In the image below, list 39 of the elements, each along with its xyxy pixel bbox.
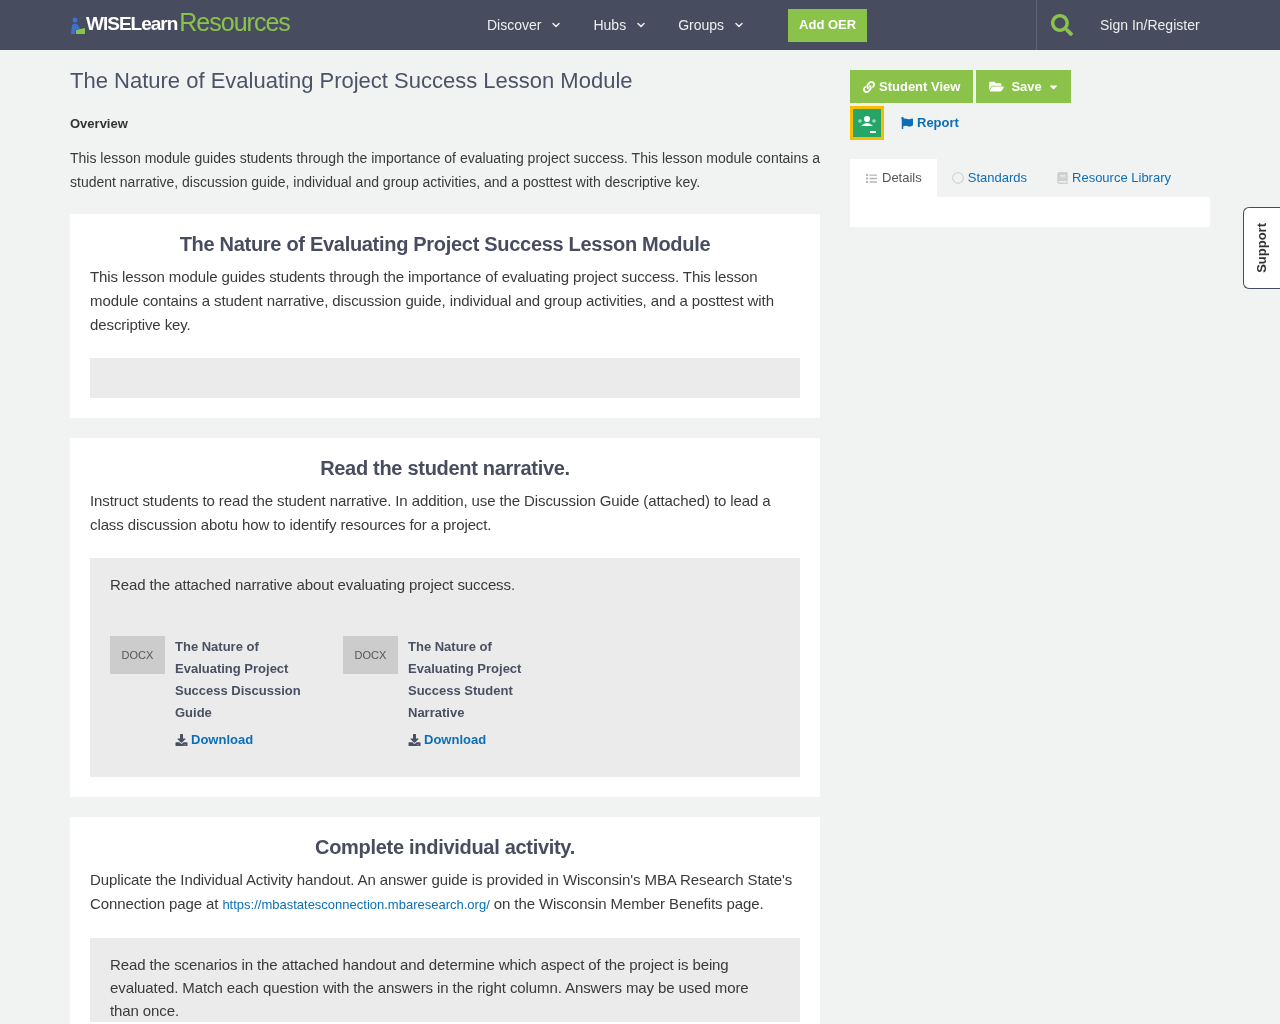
flag-icon	[900, 117, 914, 129]
download-icon	[408, 734, 421, 746]
url-link[interactable]: https://mbastatesconnection.mbaresearch.org/	[222, 897, 490, 912]
overview-text: This lesson module guides students through the importance of evaluating project success. This lesson module contains a student narrative, discussion guide, individual and group activities, and a posttest with descriptive key.	[70, 149, 820, 192]
overview-label: Overview	[70, 115, 129, 133]
download-link[interactable]: Download	[408, 730, 487, 750]
sidebar-tab[interactable]: Details	[850, 159, 937, 197]
file-title: The Nature of Evaluating Project Success Discussion Guide	[175, 638, 302, 722]
panel-note: Read the scenarios in the attached handout and determine which aspect of the project is being evaluated. Match each question with the answers in the right column. Answers may be used more than once.	[110, 955, 750, 1021]
file-type-thumbnail: DOCX	[343, 636, 398, 674]
search-icon	[1051, 14, 1073, 36]
download-icon	[175, 734, 188, 746]
page-title: The Nature of Evaluating Project Success Lesson Module	[70, 67, 634, 95]
nav-menu-item[interactable]: Discover	[487, 14, 563, 36]
sidebar-tab[interactable]: Resource Library	[1042, 159, 1186, 197]
panel-note: Read the attached narrative about evaluating project success.	[110, 575, 516, 595]
section-description: This lesson module guides students through the importance of evaluating project success. This lesson module contains a student narrative, discussion guide, individual and group activities, and a posttest with descriptive key.	[90, 267, 775, 335]
file-title: The Nature of Evaluating Project Success Student Narrative	[408, 638, 523, 722]
search-button[interactable]	[1051, 14, 1073, 36]
site-logo[interactable]: WISELearnResources	[70, 8, 290, 35]
list-icon	[865, 172, 878, 184]
sidebar-tab[interactable]: Standards	[936, 159, 1042, 197]
support-tab[interactable]: Support	[1243, 207, 1280, 289]
nav-menu-item[interactable]: Hubs	[593, 14, 648, 36]
section-heading: Complete individual activity.	[314, 835, 576, 860]
link-icon	[863, 80, 875, 93]
download-link[interactable]: Download	[175, 730, 254, 750]
file-type-thumbnail: DOCX	[110, 636, 165, 674]
section-description: Instruct students to read the student narrative. In addition, use the Discussion Guide (attached) to lead a class discussion abotu how to identify resources for a project.	[90, 491, 772, 535]
report-link[interactable]: Report	[900, 113, 959, 133]
folder-icon	[989, 80, 1005, 93]
section-description: Duplicate the Individual Activity handout. An answer guide is provided in Wisconsin's MBA Research State's Connection page at https://mbastatesconnection.mbaresearch.org/ on the Wisconsin Member Benefits page.	[90, 870, 794, 914]
nav-menu-item[interactable]: Groups	[678, 14, 746, 36]
book-icon	[1057, 172, 1068, 184]
section-heading: The Nature of Evaluating Project Success Lesson Module	[178, 232, 712, 257]
share-button[interactable]	[850, 106, 884, 140]
section-heading: Read the student narrative.	[319, 456, 571, 481]
sign-in-link[interactable]: Sign In/Register	[1100, 14, 1200, 36]
people-figure-icon	[70, 16, 86, 35]
